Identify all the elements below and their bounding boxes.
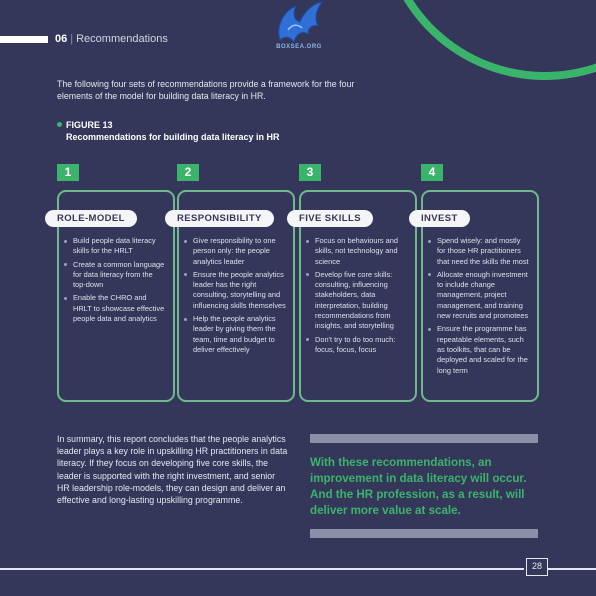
quote-divider-top <box>310 434 538 443</box>
recommendation-card: ROLE-MODEL Build people data literacy sk… <box>45 190 175 402</box>
recommendation-list: Build people data literacy skills for th… <box>63 236 167 327</box>
list-item: Help the people analytics leader by givi… <box>183 314 287 355</box>
card-heading: RESPONSIBILITY <box>165 210 274 227</box>
decorative-arc <box>353 0 596 107</box>
recommendation-card: RESPONSIBILITY Give responsibility to on… <box>165 190 295 402</box>
list-item: Ensure the programme has repeatable elem… <box>427 324 531 375</box>
figure-title: Recommendations for building data litera… <box>66 132 280 142</box>
header-separator: | <box>70 33 74 45</box>
logo-text: BOXSEA.ORG <box>276 44 322 50</box>
list-item: Give responsibility to one person only: … <box>183 236 287 267</box>
section-header: 06 | Recommendations <box>55 33 168 45</box>
recommendation-column-3: 3 FIVE SKILLS Focus on behaviours and sk… <box>287 164 419 404</box>
recommendation-card: INVEST Spend wisely: and mostly for thos… <box>409 190 539 402</box>
list-item: Ensure the people analytics leader has t… <box>183 270 287 311</box>
page-number: 28 <box>526 558 548 576</box>
recommendation-column-2: 2 RESPONSIBILITY Give responsibility to … <box>165 164 297 404</box>
list-item: Don't try to do too much: focus, focus, … <box>305 335 409 356</box>
list-item: Enable the CHRO and HRLT to showcase eff… <box>63 293 167 324</box>
list-item: Focus on behaviours and skills, not tech… <box>305 236 409 267</box>
card-heading: INVEST <box>409 210 470 227</box>
quote-divider-bottom <box>310 529 538 538</box>
column-number: 4 <box>421 164 443 181</box>
list-item: Spend wisely: and mostly for those HR pr… <box>427 236 531 267</box>
recommendation-list: Focus on behaviours and skills, not tech… <box>305 236 409 358</box>
recommendation-column-1: 1 ROLE-MODEL Build people data literacy … <box>45 164 177 404</box>
recommendation-card: FIVE SKILLS Focus on behaviours and skil… <box>287 190 417 402</box>
footer-line <box>0 568 524 570</box>
column-number: 3 <box>299 164 321 181</box>
card-heading: ROLE-MODEL <box>45 210 137 227</box>
figure-caption: FIGURE 13 Recommendations for building d… <box>57 119 280 143</box>
header-accent-bar <box>0 36 48 43</box>
column-number: 1 <box>57 164 79 181</box>
section-number: 06 <box>55 33 68 45</box>
summary-paragraph: In summary, this report concludes that t… <box>57 434 288 506</box>
list-item: Create a common language for data litera… <box>63 260 167 291</box>
figure-label: FIGURE 13 <box>57 119 280 131</box>
column-number: 2 <box>177 164 199 181</box>
intro-paragraph: The following four sets of recommendatio… <box>57 79 355 101</box>
list-item: Build people data literacy skills for th… <box>63 236 167 257</box>
list-item: Allocate enough investment to include ch… <box>427 270 531 321</box>
list-item: Develop five core skills: consulting, in… <box>305 270 409 332</box>
section-title: Recommendations <box>76 33 168 45</box>
recommendation-column-4: 4 INVEST Spend wisely: and mostly for th… <box>409 164 541 404</box>
recommendation-list: Give responsibility to one person only: … <box>183 236 287 358</box>
recommendation-list: Spend wisely: and mostly for those HR pr… <box>427 236 531 379</box>
card-heading: FIVE SKILLS <box>287 210 373 227</box>
footer-line-right <box>548 568 596 570</box>
pull-quote: With these recommendations, an improveme… <box>310 456 527 517</box>
